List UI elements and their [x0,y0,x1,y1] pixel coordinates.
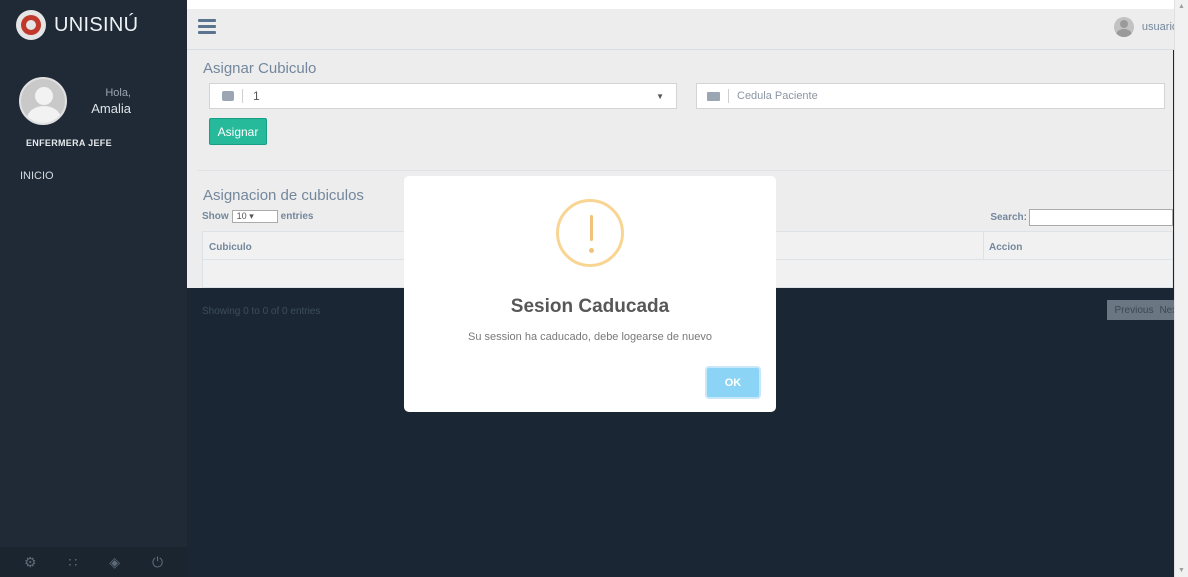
dialog-message: Su session ha caducado, debe logearse de… [467,331,712,343]
modal-overlay: Sesion Caducada Su session ha caducado, … [0,0,1188,577]
ok-button[interactable]: OK [705,366,761,399]
dialog-title: Sesion Caducada [510,296,670,317]
warning-icon [556,199,624,267]
session-expired-dialog: Sesion Caducada Su session ha caducado, … [404,176,776,412]
